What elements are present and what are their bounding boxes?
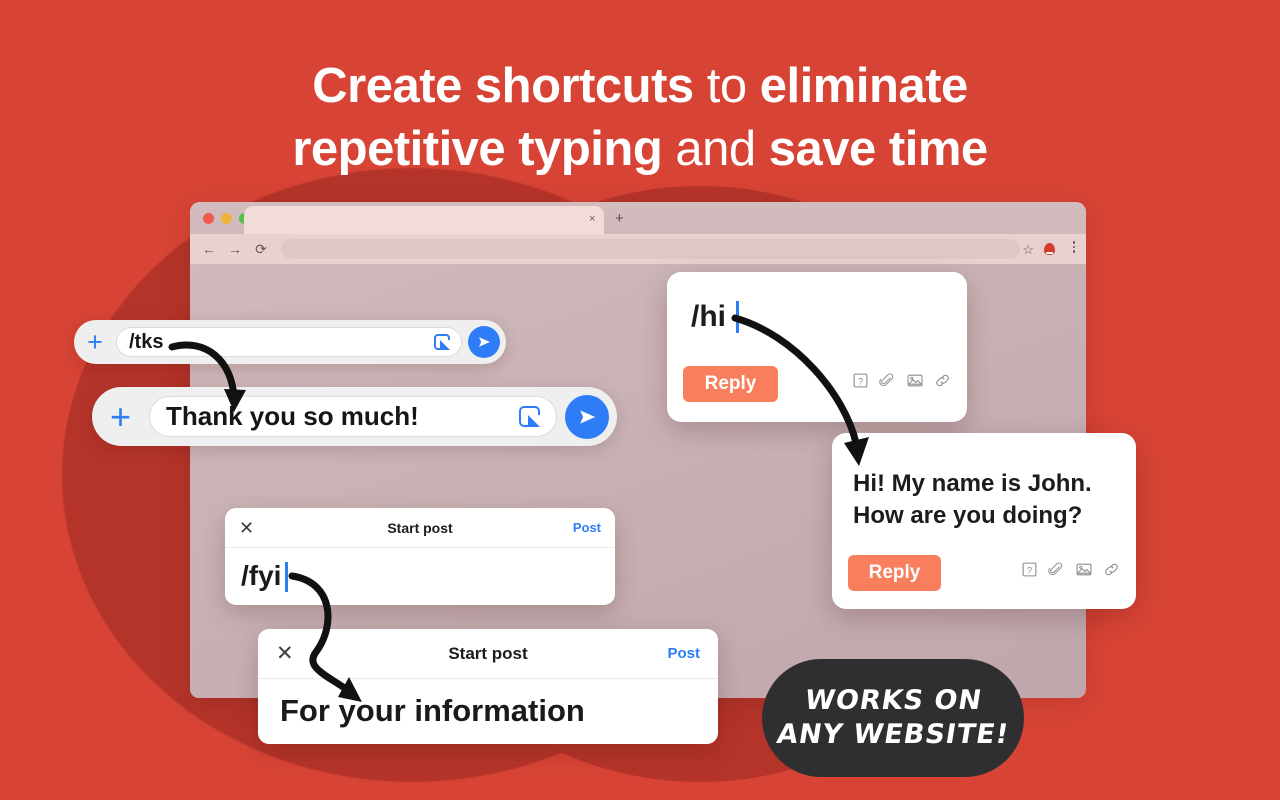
reply-card-shortcut-toolbar: ? [852,372,951,389]
send-button-expanded[interactable] [565,394,609,439]
compose-bar-expanded[interactable]: + Thank you so much! [92,387,617,446]
sticker-icon[interactable] [434,334,450,350]
compose-input-shortcut[interactable]: /tks [116,327,462,357]
start-post-input-expanded-text: For your information [280,693,585,728]
reply-card-expanded-line-1: Hi! My name is John. [853,470,1092,497]
headline-line-1-light: to [706,59,747,113]
svg-text:?: ? [858,376,863,386]
window-controls[interactable] [203,213,250,224]
headline-line-2: repetitive typing and save time [0,118,1280,181]
start-post-title: Start post [387,519,453,536]
start-post-dialog-expanded: ✕ Start post Post For your information [258,629,718,744]
image-icon[interactable] [906,372,924,389]
attach-plus-icon[interactable]: + [74,328,116,356]
compose-input-expanded[interactable]: Thank you so much! [149,396,557,437]
reply-card-expanded-line-2: How are you doing? [853,502,1083,529]
close-window-button[interactable] [203,213,214,224]
start-post-dialog-shortcut: ✕ Start post Post /fyi [225,508,615,605]
start-post-input-shortcut-text: /fyi [241,560,282,591]
flame-glyph [1043,243,1055,255]
sticker-icon[interactable] [519,406,540,427]
reply-card-expanded-text: Hi! My name is John. How are you doing? [853,468,1092,532]
sticker-fold [440,340,450,350]
compose-input-expanded-text: Thank you so much! [166,401,419,431]
bookmark-star-icon[interactable]: ☆ [1022,242,1034,258]
start-post-header: ✕ Start post Post [225,508,615,548]
help-icon[interactable]: ? [852,372,869,389]
reply-card-shortcut: /hi Reply ? [667,272,967,422]
headline-line-2-bold-b: save time [768,122,988,176]
image-icon[interactable] [1075,561,1093,578]
help-icon[interactable]: ? [1021,561,1038,578]
badge-line-1: Works on [802,685,984,716]
page-title: Create shortcuts to eliminate repetitive… [0,55,1280,181]
badge-line-2: any website! [774,719,1012,750]
headline-line-2-light: and [675,122,756,176]
reload-icon[interactable]: ⟳ [254,242,268,256]
send-icon [479,337,490,347]
start-post-input-expanded[interactable]: For your information [258,679,718,729]
send-icon [580,409,596,424]
reply-card-expanded-toolbar: ? [1021,561,1120,578]
send-button-shortcut[interactable] [468,326,500,358]
status-badge: Works on any website! [762,659,1024,777]
svg-text:?: ? [1027,565,1032,575]
minimize-window-button[interactable] [221,213,232,224]
start-post-input-shortcut[interactable]: /fyi [225,548,615,592]
extension-avatar-icon[interactable] [1040,240,1058,258]
reply-card-shortcut-text: /hi [691,300,726,333]
paperclip-icon[interactable] [879,372,896,389]
browser-menu-icon[interactable] [1072,241,1075,253]
sticker-fold [528,415,540,427]
start-post-header: ✕ Start post Post [258,629,718,679]
compose-input-shortcut-text: /tks [129,330,164,353]
tab-close-icon[interactable]: × [589,214,595,225]
back-icon[interactable]: ← [202,242,216,256]
new-tab-icon[interactable]: + [615,211,624,226]
reply-button[interactable]: Reply [848,555,941,591]
browser-tabbar: × + [190,202,1086,234]
text-caret [736,301,739,333]
headline-line-2-bold-a: repetitive typing [292,122,663,176]
headline-line-1-bold-b: eliminate [759,59,968,113]
reply-button[interactable]: Reply [683,366,778,402]
paperclip-icon[interactable] [1048,561,1065,578]
browser-toolbar: ← → ⟳ ☆ [190,234,1086,264]
link-icon[interactable] [934,372,951,389]
forward-icon[interactable]: → [228,242,242,256]
text-caret [285,562,288,592]
headline-line-1: Create shortcuts to eliminate [0,55,1280,118]
attach-plus-icon[interactable]: + [92,398,149,435]
compose-bar-shortcut[interactable]: + /tks [74,320,506,364]
reply-card-expanded: Hi! My name is John. How are you doing? … [832,433,1136,609]
link-icon[interactable] [1103,561,1120,578]
browser-tab[interactable] [244,206,604,234]
headline-line-1-bold-a: Create shortcuts [312,59,694,113]
start-post-title: Start post [448,643,528,663]
address-bar[interactable] [281,239,1020,259]
